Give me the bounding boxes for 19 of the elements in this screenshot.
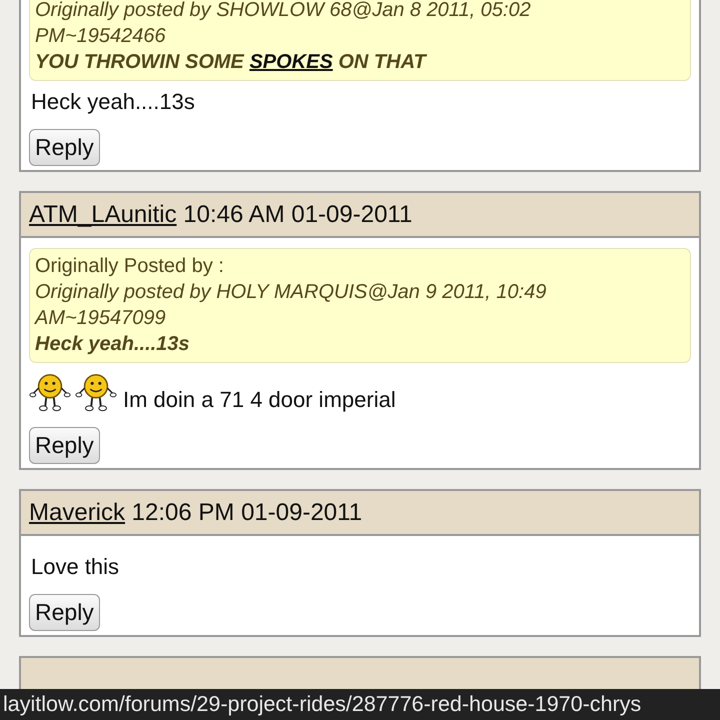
message-text: Love this [31, 554, 120, 580]
quote-source: Originally posted by HOLY MARQUIS@Jan 9 2011, 10:49 AM~19547099 [35, 280, 548, 331]
quote-text: Heck yeah....13s [35, 332, 191, 357]
smiley-icon [29, 371, 71, 413]
reply-button[interactable]: Reply [29, 594, 100, 631]
quote-heading: Originally Posted by : [35, 254, 225, 279]
quote-source: Originally posted by SHOWLOW 68@Jan 8 2011, 05:02 PM~19542466 [35, 0, 532, 49]
reply-button[interactable]: Reply [29, 129, 100, 166]
author-link[interactable]: ATM_LAunitic [29, 201, 177, 228]
reply-button[interactable]: Reply [29, 427, 100, 464]
message-text: Heck yeah....13s [31, 89, 195, 115]
post-time: 12:06 PM 01-09-2011 [130, 499, 362, 526]
author-link[interactable]: Maverick [29, 499, 126, 526]
quote-text: YOU THROWIN SOME SPOKES ON THAT [35, 50, 428, 75]
quote-link[interactable]: SPOKES [249, 51, 333, 73]
url-status-bar: layitlow.com/forums/29-project-rides/287776-red-house-1970-chrys [0, 689, 720, 720]
message-text: Im doin a 71 4 door imperial [123, 387, 396, 413]
smiley-icon [75, 371, 117, 413]
post-time: 10:46 AM 01-09-2011 [182, 201, 412, 228]
